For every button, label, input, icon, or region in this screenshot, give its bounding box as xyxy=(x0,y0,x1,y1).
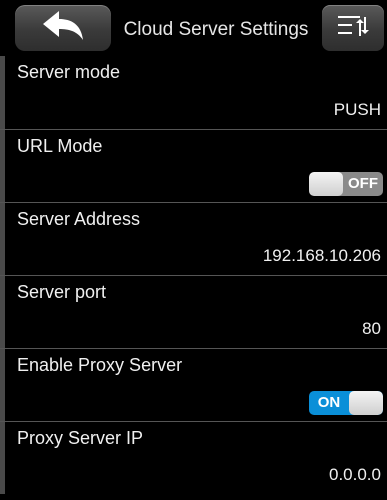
setting-label: Proxy Server IP xyxy=(17,428,144,448)
proxy-server-toggle[interactable]: ON xyxy=(309,391,383,415)
setting-row-server-mode[interactable]: Server mode PUSH xyxy=(0,56,387,129)
toggle-state-label: OFF xyxy=(348,175,378,192)
toggle-knob xyxy=(309,172,343,196)
settings-list: Server mode PUSH URL Mode OFF Server Add… xyxy=(0,56,387,494)
setting-label: Enable Proxy Server xyxy=(17,355,183,375)
setting-label: Server Address xyxy=(17,209,141,229)
sort-menu-icon xyxy=(336,13,370,44)
sort-menu-button[interactable] xyxy=(322,5,384,51)
setting-row-proxy-server-ip[interactable]: Proxy Server IP 0.0.0.0 xyxy=(0,421,387,494)
back-button[interactable] xyxy=(15,5,111,51)
toggle-state-label: ON xyxy=(317,394,341,411)
setting-value: 192.168.10.206 xyxy=(262,246,381,265)
page-title: Cloud Server Settings xyxy=(123,19,309,40)
setting-value: PUSH xyxy=(333,100,381,119)
setting-label: URL Mode xyxy=(17,136,103,156)
setting-label: Server mode xyxy=(17,62,121,82)
setting-label: Server port xyxy=(17,282,107,302)
setting-row-url-mode[interactable]: URL Mode OFF xyxy=(0,129,387,202)
setting-row-server-address[interactable]: Server Address 192.168.10.206 xyxy=(0,202,387,275)
setting-value: 0.0.0.0 xyxy=(329,465,381,484)
header-bar: Cloud Server Settings xyxy=(0,0,387,56)
back-arrow-icon xyxy=(41,10,85,47)
setting-value: 80 xyxy=(362,319,381,338)
setting-row-server-port[interactable]: Server port 80 xyxy=(0,275,387,348)
setting-row-enable-proxy-server[interactable]: Enable Proxy Server ON xyxy=(0,348,387,421)
url-mode-toggle[interactable]: OFF xyxy=(309,172,383,196)
toggle-knob xyxy=(349,391,383,415)
